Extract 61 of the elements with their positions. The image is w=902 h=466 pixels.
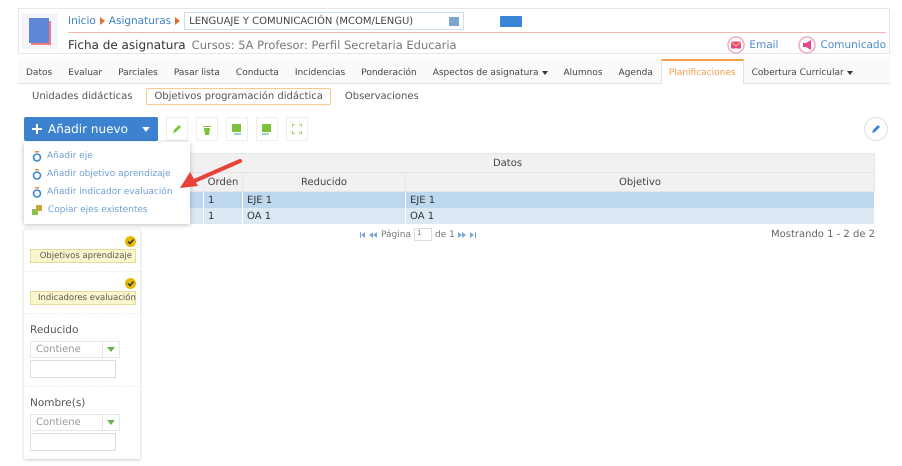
tab[interactable]: Aspectos de asignatura xyxy=(424,59,556,84)
filter-label: Nombre(s) xyxy=(30,397,86,409)
subject-select[interactable]: LENGUAJE Y COMUNICACIÓN (MCOM/LENGU) xyxy=(184,12,464,30)
caret-icon xyxy=(142,126,150,132)
stopwatch-icon xyxy=(32,186,42,198)
pencil-icon xyxy=(871,124,881,134)
tab[interactable]: Pasar lista xyxy=(166,59,228,84)
tab[interactable]: Alumnos xyxy=(556,59,611,84)
spreadsheet-import-icon xyxy=(261,123,272,135)
tab[interactable]: Parciales xyxy=(110,59,166,84)
next-last-icon[interactable] xyxy=(458,232,476,238)
tab[interactable]: Incidencias xyxy=(286,59,354,84)
check-badge-icon xyxy=(125,236,136,247)
copy-icon xyxy=(32,205,43,215)
table-cell: EJE 1 xyxy=(242,192,406,208)
subtab[interactable]: Observaciones xyxy=(336,88,427,105)
action-link[interactable]: Comunicado xyxy=(798,36,886,54)
filter-checkbox[interactable]: Objetivos aprendizaje xyxy=(30,249,136,263)
chevron-icon xyxy=(175,17,180,25)
page-subtitle: Cursos: 5A Profesor: Perfil Secretaria Educaria xyxy=(192,38,457,52)
filter-input[interactable] xyxy=(30,433,116,451)
spreadsheet-export-icon xyxy=(231,123,242,135)
column-header: Objetivo xyxy=(406,172,874,192)
book-icon xyxy=(22,13,58,49)
tab[interactable]: Conducta xyxy=(228,59,287,84)
trash-icon xyxy=(202,124,212,134)
filter-label: Reducido xyxy=(30,324,80,336)
tab[interactable]: Evaluar xyxy=(60,59,110,84)
check-badge-icon xyxy=(125,278,136,289)
stopwatch-icon xyxy=(32,150,42,162)
expand-icon xyxy=(292,124,302,134)
stopwatch-icon xyxy=(32,168,42,180)
filter-input[interactable] xyxy=(30,360,116,378)
page-label: Página xyxy=(381,230,411,240)
table-cell: OA 1 xyxy=(242,208,406,224)
chevron-icon xyxy=(100,17,105,25)
pencil-icon xyxy=(172,124,182,134)
breadcrumb-link[interactable]: Asignaturas xyxy=(108,15,172,27)
page-of-label: de 1 xyxy=(434,230,455,240)
tab[interactable]: Datos xyxy=(18,59,60,84)
column-header: Reducido xyxy=(242,172,406,192)
tab[interactable]: Agenda xyxy=(610,59,661,84)
subtab[interactable]: Unidades didácticas xyxy=(24,88,140,105)
plus-icon xyxy=(32,124,42,134)
action-link[interactable]: Email xyxy=(727,36,778,54)
filter-checkbox[interactable]: Indicadores evaluación xyxy=(30,291,136,305)
table-cell: OA 1 xyxy=(406,208,874,224)
add-new-button[interactable]: Añadir nuevo xyxy=(24,117,158,141)
first-prev-icon[interactable] xyxy=(360,232,378,238)
edit-button[interactable] xyxy=(864,117,888,141)
tab[interactable]: Cobertura Curricular xyxy=(744,59,861,84)
subtab[interactable]: Objetivos programación didáctica xyxy=(146,88,331,105)
table-cell: 1 xyxy=(204,192,242,208)
tab[interactable]: Ponderación xyxy=(353,59,425,84)
page-title: Ficha de asignatura xyxy=(68,38,186,52)
envelope-icon xyxy=(727,36,746,54)
breadcrumb-link[interactable]: Inicio xyxy=(68,15,96,27)
table-cell: 1 xyxy=(204,208,242,224)
table-cell: EJE 1 xyxy=(406,192,874,208)
megaphone-icon xyxy=(798,36,816,54)
record-count: Mostrando 1 - 2 de 2 xyxy=(770,229,875,240)
